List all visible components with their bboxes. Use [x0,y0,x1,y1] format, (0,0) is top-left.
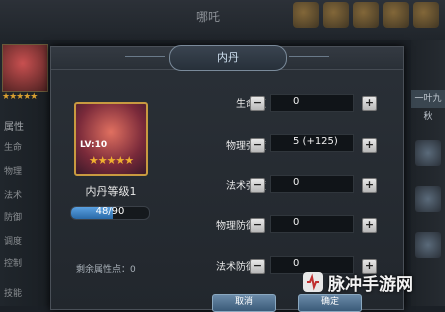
background-attr-item: 防御 [4,213,23,223]
chest-icon[interactable] [383,2,409,28]
background-attr-item: 物理 [4,167,23,177]
hp-value: 0 [293,96,300,107]
dialog-title-plate: 内丹 [169,45,287,71]
physical-defense-value: 0 [293,217,300,228]
xp-progress-bar: 48/90 [70,206,150,220]
background-right-panel [411,40,445,306]
increase-physical-attack-button[interactable]: + [362,138,377,153]
decrease-hp-button[interactable]: − [250,96,265,111]
dialog-title: 内丹 [217,51,239,64]
scroll-icon[interactable] [293,2,319,28]
remaining-points-label: 剩余属性点：0 [76,265,136,275]
physical-attack-value: 5 (+125) [293,136,338,147]
hero-level-badge: LV:10 [80,140,108,150]
decrease-magic-defense-button[interactable]: − [250,259,265,274]
increase-hp-button[interactable]: + [362,96,377,111]
watermark-text: 脉冲手游网 [328,275,413,295]
background-attr-item: 生命 [4,143,23,153]
background-attr-title: 属性 [4,122,24,133]
background-title: 哪吒 [196,10,221,24]
header-decoration-right [289,56,329,57]
hero-star-rating: ★★★★★ [88,154,134,167]
sword-icon[interactable] [415,140,441,166]
decrease-physical-attack-button[interactable]: − [250,138,265,153]
item-icon[interactable] [413,2,439,28]
header-decoration-left [125,56,165,57]
background-right-tab[interactable]: 一叶九秋 [411,90,445,122]
confirm-button[interactable]: 确定 [298,294,362,312]
background-skill-label: 技能 [4,289,23,299]
background-attr-item: 调度 [4,237,23,247]
dialog-header: 内丹 [51,45,403,71]
coin-icon[interactable] [323,2,349,28]
increase-magic-attack-button[interactable]: + [362,178,377,193]
hp-value-field: 0 [270,94,354,112]
background-top-icons [293,2,439,28]
map-icon[interactable] [353,2,379,28]
magic-defense-value: 0 [293,258,300,269]
gem-icon[interactable] [415,186,441,212]
armor-icon[interactable] [415,232,441,258]
watermark-logo-icon [303,272,323,292]
cancel-button[interactable]: 取消 [212,294,276,312]
magic-attack-value: 0 [293,177,300,188]
background-hero-stars: ★★★★★ [2,92,38,102]
background-attr-item: 法术 [4,191,23,201]
inner-dan-level: 内丹等级1 [85,185,137,198]
decrease-physical-defense-button[interactable]: − [250,218,265,233]
magic-attack-value-field: 0 [270,175,354,193]
background-hero-portrait[interactable] [2,44,48,92]
xp-text: 48/90 [95,206,125,217]
increase-physical-defense-button[interactable]: + [362,218,377,233]
physical-attack-value-field: 5 (+125) [270,134,354,152]
background-attr-item: 控制 [4,259,23,269]
decrease-magic-attack-button[interactable]: − [250,178,265,193]
physical-defense-value-field: 0 [270,215,354,233]
